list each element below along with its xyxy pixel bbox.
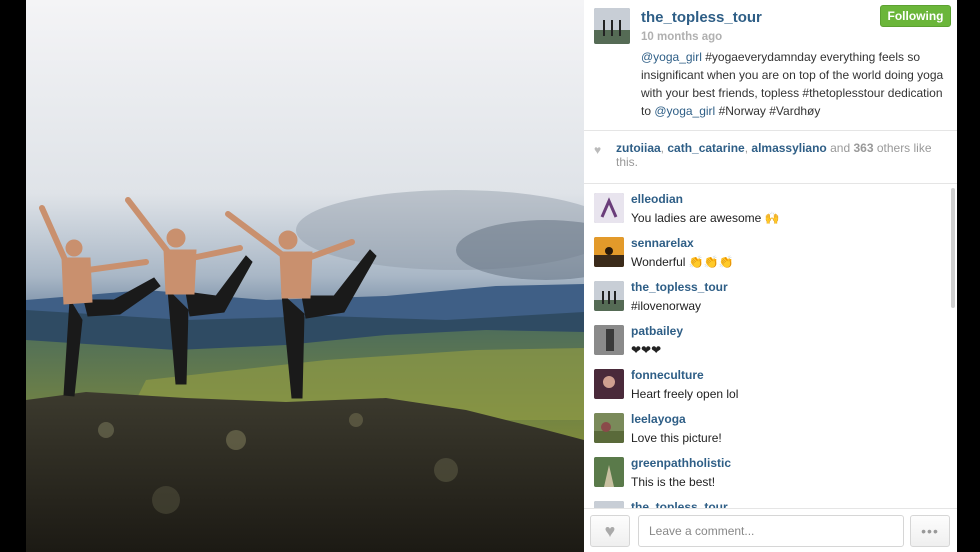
comment-text: Love this picture!	[631, 431, 722, 445]
caption-mention[interactable]: @yoga_girl	[654, 104, 715, 118]
commenter-username[interactable]: leelayoga	[631, 412, 686, 426]
liker-username[interactable]: zutoiiaa	[616, 141, 661, 155]
commenter-username[interactable]: sennarelax	[631, 236, 694, 250]
comment-footer: ♥ •••	[584, 508, 957, 552]
author-username[interactable]: the_topless_tour	[641, 9, 762, 26]
comments-scrollbar[interactable]	[951, 188, 955, 308]
app-frame: the_topless_tour Following 10 months ago…	[0, 0, 980, 552]
commenter-username[interactable]: the_topless_tour	[631, 280, 728, 294]
comment-item: leelayoga Love this picture!	[584, 405, 957, 449]
heart-icon: ♥	[594, 143, 602, 157]
comment-text: ❤❤❤	[631, 343, 662, 357]
post-photo[interactable]	[26, 0, 584, 552]
commenter-avatar[interactable]	[594, 413, 624, 443]
comment-item: patbailey ❤❤❤	[584, 317, 957, 361]
comment-item: the_topless_tour	[584, 493, 957, 508]
comment-item: fonneculture Heart freely open lol	[584, 361, 957, 405]
comment-item: greenpathholistic This is the best!	[584, 449, 957, 493]
commenter-avatar[interactable]	[594, 369, 624, 399]
heart-icon: ♥	[604, 521, 616, 541]
commenter-avatar[interactable]	[594, 501, 624, 508]
comment-input[interactable]	[638, 515, 904, 547]
post-header: the_topless_tour Following 10 months ago…	[584, 0, 957, 131]
commenter-avatar[interactable]	[594, 281, 624, 311]
comment-text: Wonderful 👏👏👏	[631, 255, 734, 269]
more-options-button[interactable]: •••	[910, 515, 950, 547]
like-button[interactable]: ♥	[590, 515, 630, 547]
commenter-avatar[interactable]	[594, 457, 624, 487]
commenter-avatar[interactable]	[594, 237, 624, 267]
commenter-username[interactable]: elleodian	[631, 192, 683, 206]
comment-item: the_topless_tour #ilovenorway	[584, 273, 957, 317]
commenter-username[interactable]: the_topless_tour	[631, 500, 728, 508]
caption-text: #Norway #Vardhøy	[715, 104, 821, 118]
post-detail-panel: the_topless_tour Following 10 months ago…	[584, 0, 957, 552]
liker-username[interactable]: almassyliano	[751, 141, 826, 155]
likes-and-text: and	[826, 141, 854, 155]
liker-username[interactable]: cath_catarine	[667, 141, 744, 155]
comment-text: You ladies are awesome 🙌	[631, 211, 780, 225]
comment-item: sennarelax Wonderful 👏👏👏	[584, 229, 957, 273]
likes-count[interactable]: 363	[853, 141, 873, 155]
comment-text: Heart freely open lol	[631, 387, 739, 401]
post-caption: @yoga_girl #yogaeverydamnday everything …	[641, 48, 947, 120]
comment-item: elleodian You ladies are awesome 🙌	[584, 185, 957, 229]
commenter-avatar[interactable]	[594, 193, 624, 223]
commenter-username[interactable]: fonneculture	[631, 368, 704, 382]
commenter-avatar[interactable]	[594, 325, 624, 355]
comment-text: #ilovenorway	[631, 299, 702, 313]
author-avatar[interactable]	[594, 8, 630, 44]
ellipsis-icon: •••	[921, 523, 939, 539]
caption-mention[interactable]: @yoga_girl	[641, 50, 702, 64]
post-timestamp: 10 months ago	[641, 31, 723, 43]
likes-summary: ♥ zutoiiaa, cath_catarine, almassyliano …	[584, 131, 957, 184]
following-button[interactable]: Following	[880, 5, 951, 27]
commenter-username[interactable]: patbailey	[631, 324, 683, 338]
commenter-username[interactable]: greenpathholistic	[631, 456, 731, 470]
comments-list: elleodian You ladies are awesome 🙌 senna…	[584, 185, 957, 508]
comment-text: This is the best!	[631, 475, 716, 489]
